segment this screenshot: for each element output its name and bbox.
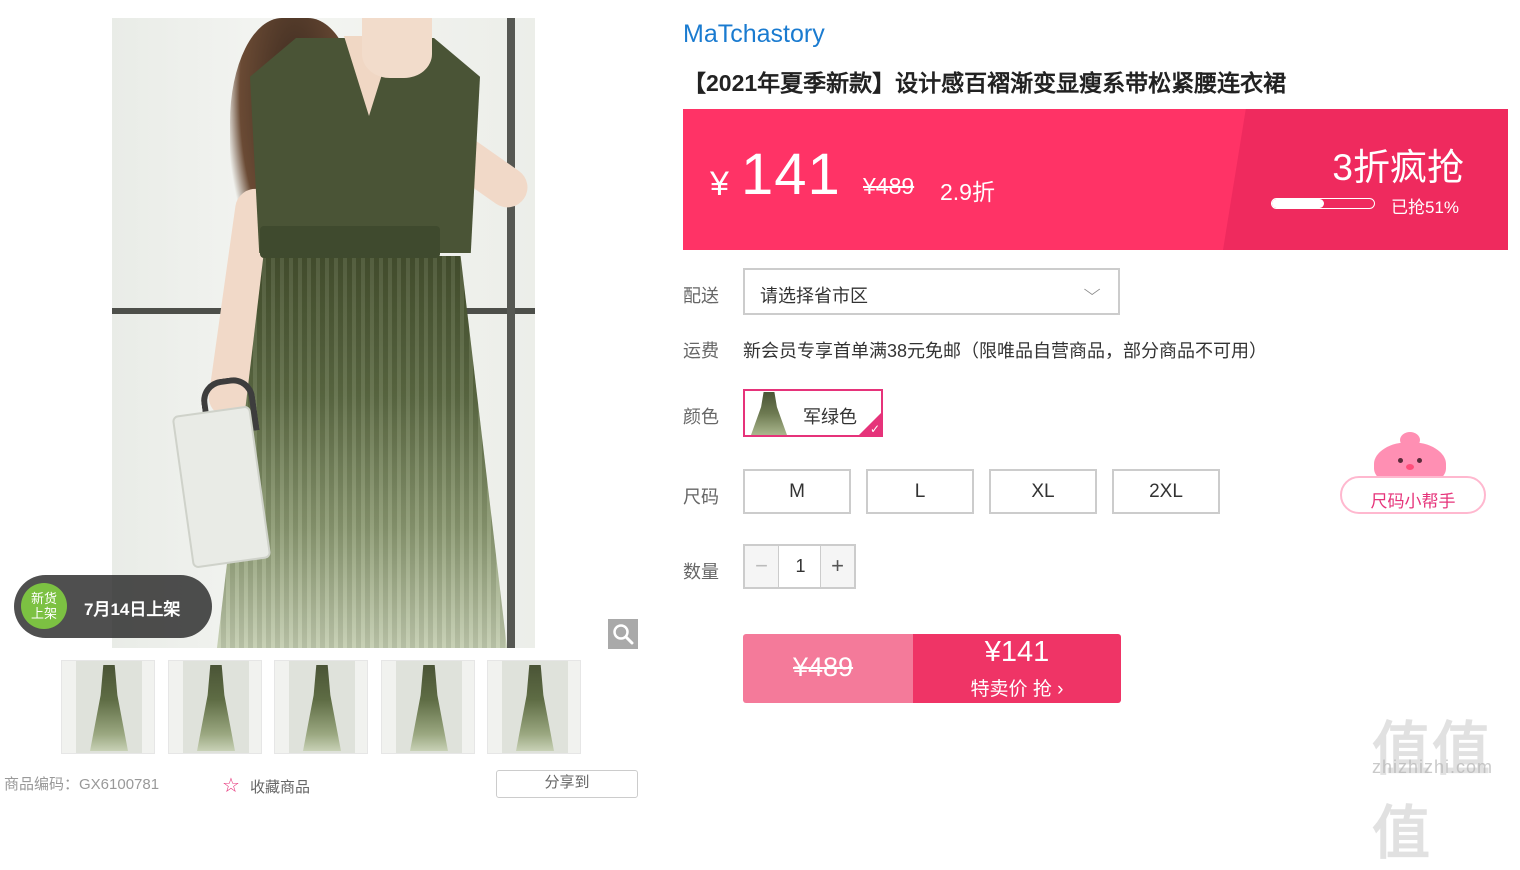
buy-price: ¥141 xyxy=(984,636,1050,668)
price-banner: ¥ 141 ¥489 2.9折 3折疯抢 已抢51% xyxy=(683,109,1508,250)
new-arrival-date: 7月14日上架 xyxy=(84,600,181,619)
region-select[interactable]: 请选择省市区 ⌵ xyxy=(743,268,1120,315)
magnifier-icon xyxy=(613,624,634,645)
promo-title: 3折疯抢 xyxy=(1332,147,1464,188)
quantity-stepper: − 1 + xyxy=(743,544,856,589)
thumbnail-2[interactable] xyxy=(168,660,262,754)
star-icon: ☆ xyxy=(222,775,240,797)
shipping-info: 新会员专享首单满38元免邮（限唯品自营商品，部分商品不可用） xyxy=(743,341,1268,361)
sold-progress-label: 已抢51% xyxy=(1391,198,1460,217)
watermark-logo: 值值值 xyxy=(1372,717,1493,866)
quantity-input[interactable]: 1 xyxy=(779,546,822,587)
main-product-image[interactable] xyxy=(112,18,535,648)
original-price: ¥489 xyxy=(863,173,915,199)
color-swatch-image xyxy=(751,392,787,435)
chick-eye-left xyxy=(1398,458,1403,463)
region-select-value: 请选择省市区 xyxy=(760,286,868,306)
color-option-army-green[interactable]: 军绿色 ✓ xyxy=(743,389,883,437)
size-option-m[interactable]: M xyxy=(743,469,851,514)
share-label: 分享到 xyxy=(544,774,590,791)
dress-pleated-skirt xyxy=(217,256,507,648)
thumbnail-5[interactable] xyxy=(487,660,581,754)
share-button[interactable]: 分享到 xyxy=(496,770,638,798)
quantity-decrease-button[interactable]: − xyxy=(745,546,779,587)
buy-original-price: ¥489 xyxy=(793,652,854,682)
new-badge-bottom: 上架 xyxy=(30,606,57,621)
product-title: 【2021年夏季新款】设计感百褶渐变显瘦系带松紧腰连衣裙 xyxy=(683,70,1287,96)
model-chin xyxy=(362,18,432,78)
size-option-2xl[interactable]: 2XL xyxy=(1112,469,1220,514)
favorite-link[interactable]: ☆ 收藏商品 xyxy=(222,773,310,798)
new-badge-top: 新货 xyxy=(30,591,57,606)
brand-link[interactable]: MaTchastory xyxy=(683,20,825,49)
chevron-down-icon: ⌵ xyxy=(1083,282,1101,299)
new-arrival-circle: 新货 上架 xyxy=(21,583,67,629)
buy-original-price-panel: ¥489 xyxy=(743,634,913,703)
chick-eye-right xyxy=(1417,458,1422,463)
color-label: 颜色 xyxy=(683,407,719,427)
zoom-button[interactable] xyxy=(608,619,638,649)
check-icon: ✓ xyxy=(869,422,880,436)
size-label: 尺码 xyxy=(683,487,719,507)
buy-button[interactable]: ¥489 ¥141 特卖价 抢 › xyxy=(743,634,1121,703)
watermark-url: zhizhizhi.com xyxy=(1372,757,1494,777)
sale-price: 141 xyxy=(741,142,841,207)
size-helper-label: 尺码小帮手 xyxy=(1370,492,1456,511)
thumbnail-1[interactable] xyxy=(61,660,155,754)
dress-waistband xyxy=(260,226,440,258)
quantity-increase-button[interactable]: + xyxy=(820,546,854,587)
window-frame-vertical xyxy=(507,18,515,648)
discount-rate: 2.9折 xyxy=(940,179,995,205)
sold-progress-bar xyxy=(1271,198,1375,209)
favorite-label: 收藏商品 xyxy=(249,779,310,796)
size-option-xl[interactable]: XL xyxy=(989,469,1097,514)
currency-symbol: ¥ xyxy=(710,165,729,203)
color-option-label: 军绿色 xyxy=(803,407,857,427)
size-helper-button[interactable]: 尺码小帮手 xyxy=(1340,432,1486,514)
buy-action-panel[interactable]: ¥141 特卖价 抢 › xyxy=(913,634,1121,703)
chick-mascot-icon xyxy=(1374,432,1446,486)
sold-progress-fill xyxy=(1272,199,1325,208)
delivery-label: 配送 xyxy=(683,286,719,306)
thumbnail-4[interactable] xyxy=(381,660,475,754)
buy-label: 特卖价 抢 › xyxy=(970,679,1064,700)
size-option-l[interactable]: L xyxy=(866,469,974,514)
shipping-label: 运费 xyxy=(683,341,719,361)
thumbnail-3[interactable] xyxy=(274,660,368,754)
chick-beak xyxy=(1406,464,1414,470)
quantity-label: 数量 xyxy=(683,562,719,582)
size-helper-pill: 尺码小帮手 xyxy=(1340,476,1486,514)
new-arrival-badge: 新货 上架 7月14日上架 xyxy=(14,575,212,638)
